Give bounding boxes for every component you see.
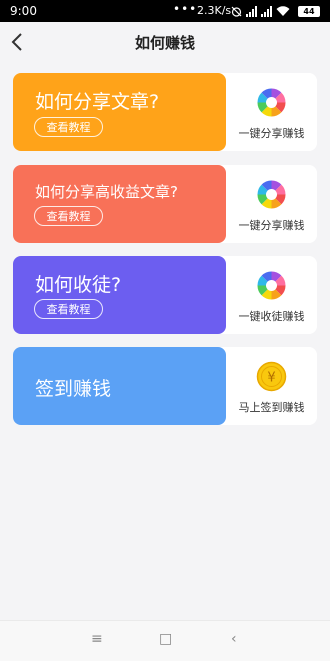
status-bar: 9:00 ••• 2.3K/s 44 [0, 0, 330, 22]
status-time: 9:00 [10, 4, 37, 18]
aperture-center [266, 97, 277, 108]
recruit-apprentice-panel[interactable]: 如何收徒? 查看教程 [13, 256, 226, 334]
card-title: 如何分享高收益文章? [35, 183, 178, 201]
view-tutorial-button[interactable]: 查看教程 [34, 206, 103, 226]
one-click-recruit-button[interactable]: 一键收徒赚钱 [226, 256, 317, 334]
network-speed: 2.3K/s [197, 4, 232, 17]
view-tutorial-button[interactable]: 查看教程 [34, 117, 103, 137]
share-article-panel[interactable]: 如何分享文章? 查看教程 [13, 73, 226, 151]
view-tutorial-button[interactable]: 查看教程 [34, 299, 103, 319]
notification-dots: ••• [173, 2, 198, 16]
battery-icon: 44 [298, 6, 320, 17]
card-title: 如何分享文章? [35, 91, 160, 113]
back-icon[interactable]: ‹ [231, 631, 237, 647]
aperture-icon [257, 180, 286, 209]
action-label: 一键分享赚钱 [238, 219, 305, 232]
signal-icon [246, 5, 257, 17]
yen-symbol: ¥ [267, 371, 275, 386]
page-title: 如何赚钱 [134, 34, 195, 52]
recruit-apprentice-card: 如何收徒? 查看教程 一键收徒赚钱 [13, 256, 317, 334]
wifi-icon [276, 5, 290, 16]
sign-in-panel[interactable]: 签到赚钱 [13, 347, 226, 425]
action-label: 一键分享赚钱 [238, 127, 305, 140]
action-label: 一键收徒赚钱 [238, 310, 305, 323]
one-click-share-button[interactable]: 一键分享赚钱 [226, 165, 317, 243]
aperture-center [266, 189, 277, 200]
one-click-share-button[interactable]: 一键分享赚钱 [226, 73, 317, 151]
alarm-off-icon [231, 6, 242, 17]
share-article-card: 如何分享文章? 查看教程 一键分享赚钱 [13, 73, 317, 151]
aperture-icon [257, 271, 286, 300]
action-label: 马上签到赚钱 [238, 401, 305, 414]
home-icon[interactable]: □ [159, 631, 172, 647]
card-title: 签到赚钱 [35, 378, 112, 400]
app-header: 如何赚钱 [0, 22, 330, 62]
card-title: 如何收徒? [35, 274, 122, 296]
share-high-yield-card: 如何分享高收益文章? 查看教程 一键分享赚钱 [13, 165, 317, 243]
aperture-icon [257, 88, 286, 117]
signal-icon-2 [261, 5, 272, 17]
menu-icon[interactable]: ≡ [91, 631, 103, 647]
yen-coin-icon: ¥ [256, 361, 287, 392]
sign-in-now-button[interactable]: ¥ 马上签到赚钱 [226, 347, 317, 425]
share-high-yield-panel[interactable]: 如何分享高收益文章? 查看教程 [13, 165, 226, 243]
system-nav-bar: ≡ □ ‹ [0, 620, 330, 661]
sign-in-card: 签到赚钱 ¥ 马上签到赚钱 [13, 347, 317, 425]
aperture-center [266, 280, 277, 291]
